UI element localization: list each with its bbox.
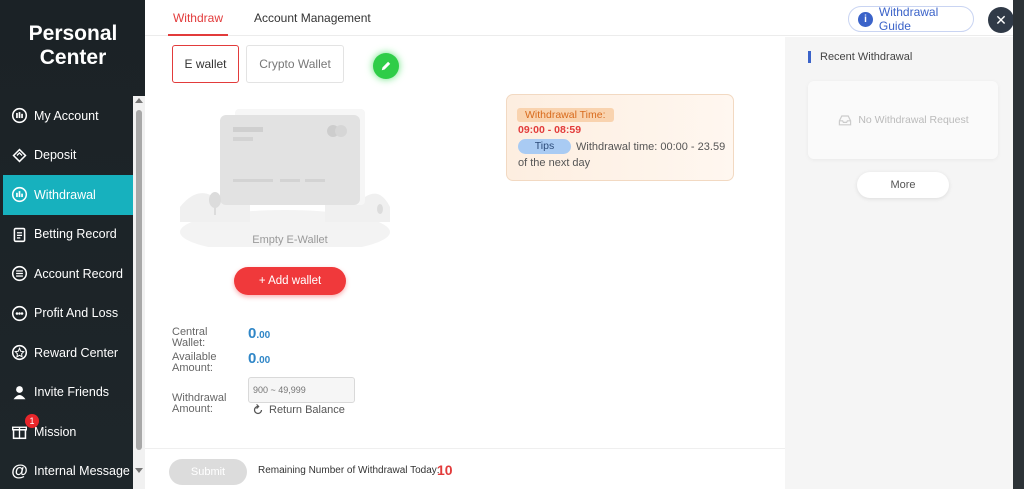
no-withdrawal-placeholder: No Withdrawal Request [808, 81, 998, 159]
withdrawal-amount-input[interactable] [248, 377, 355, 403]
remaining-withdrawal-count: 10 [437, 462, 453, 478]
withdrawal-icon [11, 186, 28, 203]
sidebar-item-label: Internal Message [34, 464, 130, 479]
central-wallet-amount: 0.00 [248, 325, 270, 342]
central-wallet-dec: .00 [256, 330, 271, 341]
main-panel: Withdraw Account Management i Withdrawal… [145, 0, 1014, 489]
more-button[interactable]: More [857, 172, 949, 198]
sidebar-item-label: Deposit [34, 148, 77, 163]
no-withdrawal-text: No Withdrawal Request [858, 114, 969, 126]
tab-account-management[interactable]: Account Management [254, 0, 371, 36]
sidebar-item-label: Betting Record [34, 227, 117, 242]
close-button[interactable]: ✕ [988, 7, 1014, 33]
sidebar-item-internal-message[interactable]: @ Internal Message [3, 452, 133, 489]
scroll-up-arrow-icon[interactable] [135, 98, 143, 103]
add-wallet-button[interactable]: + Add wallet [234, 267, 346, 295]
e-wallet-tab[interactable]: E wallet [172, 45, 239, 83]
gift-icon [11, 423, 28, 440]
sidebar-title: Personal Center [0, 22, 145, 70]
page-edge [1013, 0, 1024, 489]
pencil-icon[interactable] [373, 53, 399, 79]
sidebar-item-profit-and-loss[interactable]: Profit And Loss [3, 294, 133, 334]
withdrawal-time-value: 09:00 - 08:59 [518, 124, 582, 136]
withdrawal-guide-button[interactable]: i Withdrawal Guide [848, 5, 974, 33]
crypto-wallet-tab[interactable]: Crypto Wallet [246, 45, 344, 83]
sidebar-nav: My Account Deposit Withdrawal Betting Re… [3, 96, 133, 489]
available-amount: 0.00 [248, 350, 270, 367]
sidebar-item-label: Reward Center [34, 345, 119, 360]
sidebar-item-my-account[interactable]: My Account [3, 96, 133, 136]
return-balance-label: Return Balance [269, 404, 345, 416]
sidebar-item-label: Invite Friends [34, 385, 110, 400]
submit-button[interactable]: Submit [169, 459, 247, 485]
refresh-icon [253, 404, 263, 415]
sidebar-item-reward-center[interactable]: Reward Center [3, 333, 133, 373]
sidebar-item-invite-friends[interactable]: Invite Friends [3, 373, 133, 413]
empty-wallet-text: Empty E-Wallet [252, 234, 328, 246]
tips-text: Withdrawal time: 00:00 - 23.59 of the ne… [518, 141, 726, 169]
sidebar-item-betting-record[interactable]: Betting Record [3, 215, 133, 255]
sidebar-title-line1: Personal [28, 22, 118, 45]
close-icon: ✕ [995, 12, 1007, 28]
empty-inbox-icon [839, 115, 852, 126]
withdrawal-time-box: Withdrawal Time: 09:00 - 08:59 Tips With… [506, 94, 734, 181]
scrollbar-thumb[interactable] [136, 110, 142, 450]
sidebar-item-label: Account Record [34, 266, 123, 281]
available-dec: .00 [256, 355, 271, 366]
recent-withdrawal-panel: Recent Withdrawal No Withdrawal Request … [785, 37, 1013, 489]
info-icon: i [858, 11, 873, 27]
submit-bar: Submit Remaining Number of Withdrawal To… [145, 448, 785, 489]
account-icon [11, 107, 28, 124]
guide-label: Withdrawal Guide [878, 5, 939, 33]
sidebar-item-label: Mission [34, 424, 77, 439]
empty-wallet-illustration [180, 109, 390, 247]
scroll-down-arrow-icon[interactable] [135, 468, 143, 473]
mission-badge: 1 [25, 414, 39, 428]
sidebar-item-deposit[interactable]: Deposit [3, 136, 133, 176]
sidebar-item-label: My Account [34, 108, 99, 123]
profit-icon [11, 305, 28, 322]
tab-withdraw[interactable]: Withdraw [168, 0, 228, 36]
return-balance-button[interactable]: Return Balance [251, 403, 345, 417]
recent-withdrawal-title: Recent Withdrawal [808, 51, 912, 63]
withdrawal-time-label: Withdrawal Time: [517, 108, 614, 122]
sidebar-item-mission[interactable]: 1 Mission [3, 412, 133, 452]
sidebar-item-account-record[interactable]: Account Record [3, 254, 133, 294]
sidebar-item-label: Withdrawal [34, 187, 96, 202]
top-tab-bar: Withdraw Account Management i Withdrawal… [145, 0, 1014, 36]
sidebar: Personal Center My Account Deposit Withd… [0, 0, 145, 489]
at-icon: @ [11, 461, 28, 481]
sidebar-scrollbar[interactable] [133, 96, 145, 489]
sidebar-title-line2: Center [39, 46, 107, 69]
list-icon [11, 265, 28, 282]
clipboard-icon [11, 226, 28, 243]
sidebar-item-withdrawal[interactable]: Withdrawal [3, 175, 133, 215]
available-amount-label: Available Amount: [172, 351, 217, 374]
central-wallet-label: Central Wallet: [172, 326, 208, 349]
person-icon [11, 384, 28, 401]
withdrawal-amount-label: Withdrawal Amount: [172, 392, 227, 415]
reward-icon [11, 344, 28, 361]
remaining-withdrawal-label: Remaining Number of Withdrawal Today: [258, 465, 440, 476]
sidebar-item-label: Profit And Loss [34, 306, 119, 321]
deposit-icon [11, 147, 28, 164]
withdraw-content: E wallet Crypto Wallet Empty E-Wallet + … [145, 37, 785, 489]
